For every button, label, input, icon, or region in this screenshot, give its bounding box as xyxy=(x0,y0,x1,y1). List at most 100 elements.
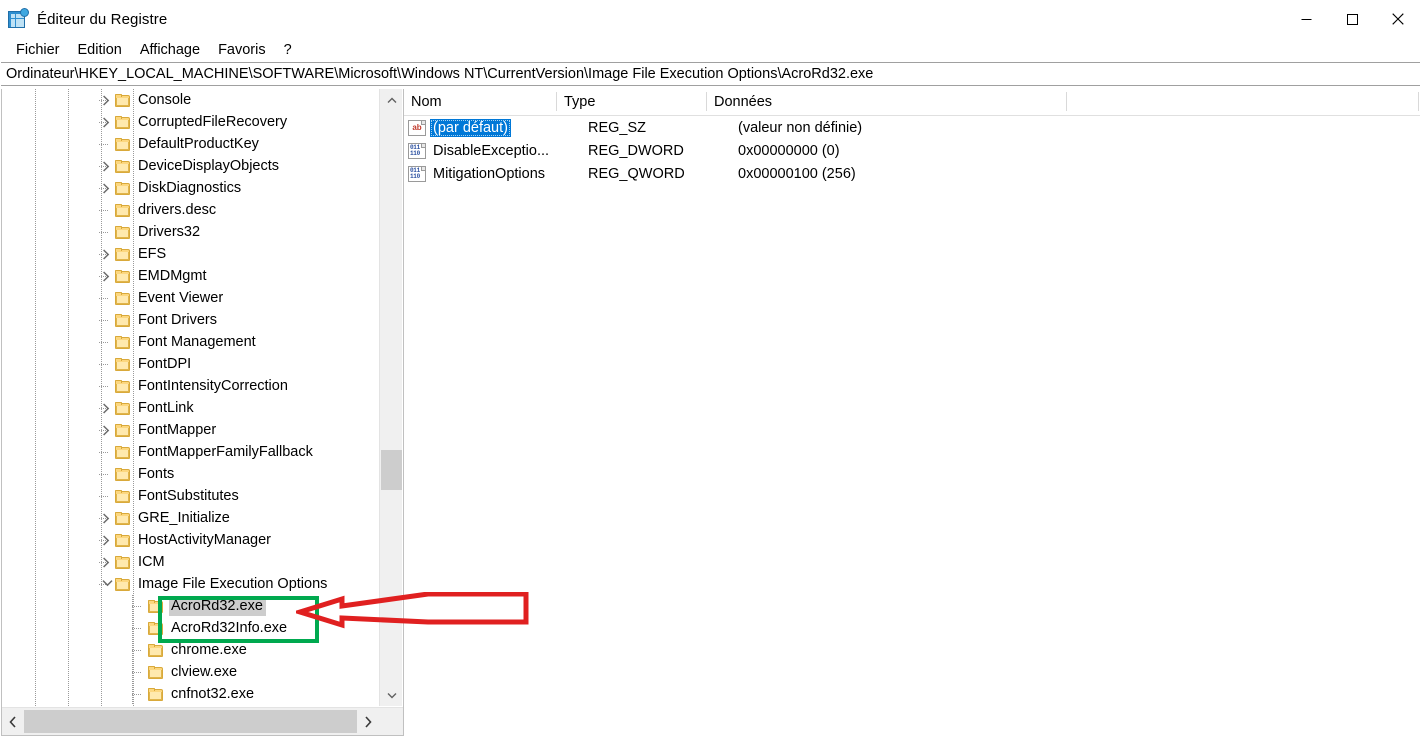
minimize-button[interactable] xyxy=(1283,0,1329,38)
column-header-extra[interactable] xyxy=(1067,89,1419,115)
tree-item[interactable]: HostActivityManager xyxy=(2,529,380,551)
tree-item[interactable]: FontMapper xyxy=(2,419,380,441)
folder-icon xyxy=(115,269,130,283)
tree-item[interactable]: DiskDiagnostics xyxy=(2,177,380,199)
column-header-type[interactable]: Type xyxy=(557,89,707,115)
value-row[interactable]: 011 110 MitigationOptions REG_QWORD 0x000001… xyxy=(404,162,1420,185)
folder-icon xyxy=(115,225,130,239)
scroll-left-button[interactable] xyxy=(2,708,24,735)
value-name-text: MitigationOptions xyxy=(433,165,546,182)
folder-icon xyxy=(148,599,163,613)
tree-item-label: FontMapperFamilyFallback xyxy=(138,444,313,460)
tree-item[interactable]: FontIntensityCorrection xyxy=(2,375,380,397)
tree-vertical-scrollbar[interactable] xyxy=(379,89,402,706)
tree-item[interactable]: Font Drivers xyxy=(2,309,380,331)
registry-path-bar[interactable]: Ordinateur\HKEY_LOCAL_MACHINE\SOFTWARE\M… xyxy=(1,62,1420,86)
tree-item[interactable]: Font Management xyxy=(2,331,380,353)
tree-item-label: Font Drivers xyxy=(138,312,217,328)
close-button[interactable] xyxy=(1375,0,1421,38)
folder-icon xyxy=(115,247,130,261)
tree-item-label: Drivers32 xyxy=(138,224,201,240)
folder-icon xyxy=(115,291,130,305)
menu-fichier[interactable]: Fichier xyxy=(7,40,69,60)
tree-item[interactable]: drivers.desc xyxy=(2,199,380,221)
tree-item-label: Image File Execution Options xyxy=(138,576,328,592)
chevron-right-icon[interactable] xyxy=(99,177,115,199)
main-content: Console CorruptedFileRecovery DefaultProdu… xyxy=(1,89,1420,736)
tree-item[interactable]: GRE_Initialize xyxy=(2,507,380,529)
tree-item[interactable]: FontLink xyxy=(2,397,380,419)
tree-item-label: cnfnot32.exe xyxy=(171,686,255,702)
folder-icon xyxy=(115,159,130,173)
chevron-right-icon[interactable] xyxy=(99,397,115,419)
tree-item[interactable]: AcroRd32Info.exe xyxy=(2,617,380,639)
column-header-donnees[interactable]: Données xyxy=(707,89,1067,115)
tree-item[interactable]: cnfnot32.exe xyxy=(2,683,380,705)
tree-item[interactable]: DefaultProductKey xyxy=(2,133,380,155)
tree-item-label: Console xyxy=(138,92,192,108)
tree-item[interactable]: Drivers32 xyxy=(2,221,380,243)
chevron-down-icon[interactable] xyxy=(99,573,115,595)
scroll-up-button[interactable] xyxy=(380,89,403,111)
tree-item[interactable]: clview.exe xyxy=(2,661,380,683)
tree-item[interactable]: Image File Execution Options xyxy=(2,573,380,595)
tree-item[interactable]: CorruptedFileRecovery xyxy=(2,111,380,133)
chevron-right-icon[interactable] xyxy=(99,265,115,287)
title-bar: Éditeur du Registre xyxy=(0,0,1421,38)
tree-item[interactable]: Event Viewer xyxy=(2,287,380,309)
column-header-nom[interactable]: Nom xyxy=(404,89,557,115)
chevron-right-icon[interactable] xyxy=(99,419,115,441)
chevron-right-icon[interactable] xyxy=(99,551,115,573)
scroll-down-button[interactable] xyxy=(380,684,403,706)
scroll-right-button[interactable] xyxy=(357,708,379,735)
tree-item[interactable]: chrome.exe xyxy=(2,639,380,661)
chevron-right-icon[interactable] xyxy=(99,155,115,177)
tree-item-label: ICM xyxy=(138,554,165,570)
folder-icon xyxy=(115,423,130,437)
values-list[interactable]: ab (par défaut) REG_SZ (valeur non définie)… xyxy=(404,116,1420,185)
maximize-button[interactable] xyxy=(1329,0,1375,38)
folder-icon xyxy=(115,467,130,481)
menu-favoris[interactable]: Favoris xyxy=(209,40,275,60)
tree-item[interactable]: FontDPI xyxy=(2,353,380,375)
tree-item[interactable]: Fonts xyxy=(2,463,380,485)
tree-horizontal-scrollbar[interactable] xyxy=(2,707,403,735)
menu-edition[interactable]: Edition xyxy=(69,40,131,60)
value-row[interactable]: ab (par défaut) REG_SZ (valeur non définie) xyxy=(404,116,1420,139)
tree-item[interactable]: ICM xyxy=(2,551,380,573)
folder-icon xyxy=(148,665,163,679)
registry-tree[interactable]: Console CorruptedFileRecovery DefaultProdu… xyxy=(2,89,380,706)
folder-icon xyxy=(148,643,163,657)
tree-item[interactable]: DeviceDisplayObjects xyxy=(2,155,380,177)
tree-item[interactable]: FontSubstitutes xyxy=(2,485,380,507)
vertical-scroll-thumb[interactable] xyxy=(381,450,402,490)
chevron-right-icon[interactable] xyxy=(99,89,115,111)
menu-aide[interactable]: ? xyxy=(275,40,301,60)
folder-icon xyxy=(115,203,130,217)
window-controls xyxy=(1283,0,1421,38)
chevron-right-icon[interactable] xyxy=(99,111,115,133)
folder-icon xyxy=(115,379,130,393)
tree-item[interactable]: AcroRd32.exe xyxy=(2,595,380,617)
window-title: Éditeur du Registre xyxy=(37,10,168,28)
tree-item[interactable]: Console xyxy=(2,89,380,111)
tree-item[interactable]: EFS xyxy=(2,243,380,265)
tree-item[interactable]: EMDMgmt xyxy=(2,265,380,287)
tree-item-label: Event Viewer xyxy=(138,290,224,306)
value-name-cell: (par défaut) xyxy=(430,118,581,137)
chevron-right-icon[interactable] xyxy=(99,243,115,265)
folder-icon xyxy=(115,357,130,371)
tree-item[interactable]: FontMapperFamilyFallback xyxy=(2,441,380,463)
menu-affichage[interactable]: Affichage xyxy=(131,40,209,60)
value-row[interactable]: 011 110 DisableExceptio... REG_DWORD 0x00000… xyxy=(404,139,1420,162)
chevron-right-icon[interactable] xyxy=(99,529,115,551)
horizontal-scroll-thumb[interactable] xyxy=(24,710,357,733)
chevron-right-icon[interactable] xyxy=(99,507,115,529)
